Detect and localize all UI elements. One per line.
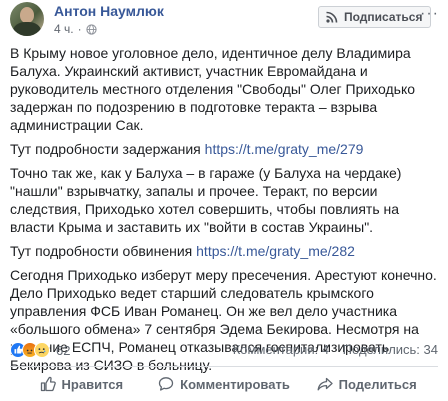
comment-label: Комментировать <box>180 376 290 392</box>
avatar-head-shape <box>20 7 34 23</box>
author-avatar[interactable] <box>10 2 44 36</box>
post-paragraph: Сегодня Приходько изберут меру пресечени… <box>10 267 437 373</box>
post-text: В Крыму новое уголовное дело, идентичное… <box>10 44 440 380</box>
separator-dot: · <box>77 22 82 36</box>
subscribe-label: Подписаться <box>344 10 423 24</box>
comments-count[interactable]: Комментарии: 4 <box>233 342 329 357</box>
subscribe-button[interactable]: Подписаться <box>318 6 432 28</box>
comment-button[interactable]: Комментировать <box>153 368 296 400</box>
more-options-icon[interactable]: ··· <box>420 5 439 23</box>
share-icon <box>317 377 333 391</box>
detention-prefix: Тут подробности задержания <box>10 141 201 157</box>
like-label: Нравится <box>61 376 124 392</box>
post-card: Антон Наумлюк 4 ч. · Подписаться ··· В К… <box>0 0 448 401</box>
reaction-count: 62 <box>56 342 71 358</box>
post-paragraph: В Крыму новое уголовное дело, идентичное… <box>10 45 416 133</box>
rss-icon <box>326 11 338 23</box>
shares-count[interactable]: Поделились: 34 <box>343 342 438 357</box>
share-label: Поделиться <box>338 376 417 392</box>
avatar-body-shape <box>13 22 41 36</box>
comment-icon <box>159 377 174 391</box>
thumbs-up-icon <box>40 376 56 392</box>
charge-line: Тут подробности обвинения https://t.me/g… <box>10 242 440 260</box>
action-bar: Нравится Комментировать Поделиться <box>10 368 438 400</box>
post-paragraph: Точно так же, как у Балуха – в гараже (у… <box>10 165 402 235</box>
sad-reaction-icon <box>34 342 50 358</box>
charge-link[interactable]: https://t.me/graty_me/282 <box>196 243 355 259</box>
post-meta: 4 ч. · <box>54 22 97 36</box>
author-name[interactable]: Антон Наумлюк <box>54 3 164 19</box>
share-button[interactable]: Поделиться <box>295 368 438 400</box>
detention-link[interactable]: https://t.me/graty_me/279 <box>205 141 364 157</box>
engagement-stats: Комментарии: 4 Поделились: 34 <box>233 342 438 357</box>
post-timestamp[interactable]: 4 ч. <box>54 22 74 36</box>
detention-line: Тут подробности задержания https://t.me/… <box>10 140 440 158</box>
globe-icon[interactable] <box>85 23 97 35</box>
divider <box>10 366 438 367</box>
like-button[interactable]: Нравится <box>10 368 153 400</box>
charge-prefix: Тут подробности обвинения <box>10 243 193 259</box>
reactions-summary[interactable]: 62 <box>10 341 70 359</box>
